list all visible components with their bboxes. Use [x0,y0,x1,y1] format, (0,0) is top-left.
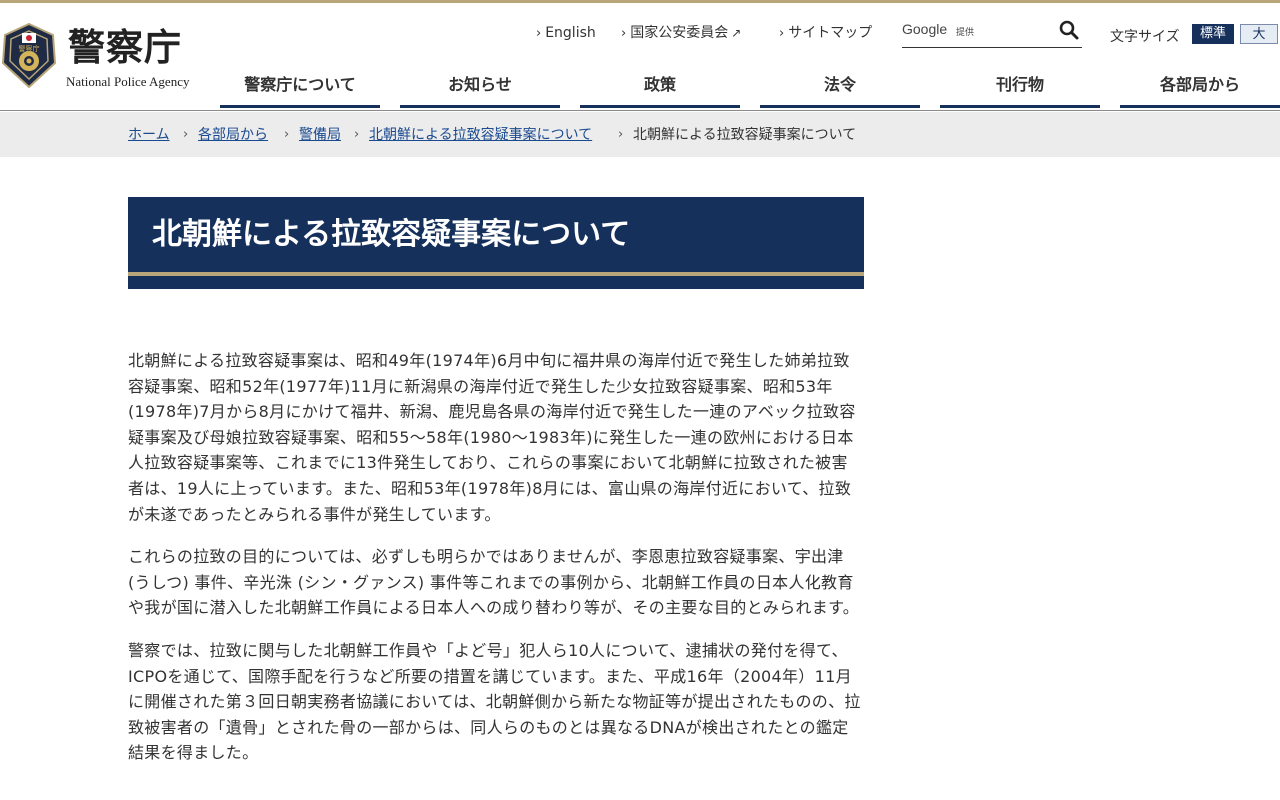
chevron-right-icon: › [354,127,360,142]
main-content: 北朝鮮による拉致容疑事案は、昭和49年(1974年)6月中旬に福井県の海岸付近で… [128,348,864,783]
global-nav: 警察庁について お知らせ 政策 法令 刊行物 各部局から [0,63,1280,108]
breadcrumb-abduction-section[interactable]: 北朝鮮による拉致容疑事案について [369,126,592,144]
nav-item-bureaus[interactable]: 各部局から [1120,63,1280,108]
breadcrumb-security-bureau[interactable]: 警備局 [299,126,341,144]
search-input[interactable] [982,21,1058,43]
chevron-right-icon: › [618,127,624,142]
util-link-english[interactable]: › English [536,24,596,43]
breadcrumb-current: 北朝鮮による拉致容疑事案について [633,127,857,143]
font-size-large-button[interactable]: 大 [1240,24,1278,44]
search-icon[interactable] [1058,19,1080,41]
page-title-box: 北朝鮮による拉致容疑事案について [128,197,864,289]
nav-item-news[interactable]: お知らせ [400,63,560,108]
chevron-right-icon: › [183,127,189,142]
util-link-sitemap[interactable]: › サイトマップ [779,24,872,43]
title-gold-rule [128,272,864,276]
util-link-label: サイトマップ [788,25,873,41]
util-link-national-public-safety-commission[interactable]: › 国家公安委員会 ↗ [621,24,741,43]
body-paragraph-1: 北朝鮮による拉致容疑事案は、昭和49年(1974年)6月中旬に福井県の海岸付近で… [128,351,856,524]
svg-text:警察庁: 警察庁 [19,44,40,53]
font-size-standard-button[interactable]: 標準 [1192,24,1234,44]
breadcrumb-bureaus[interactable]: 各部局から [198,126,268,144]
util-link-label: English [545,25,596,41]
body-paragraph-2: これらの拉致の目的については、必ずしも明らかではありませんが、李恩恵拉致容疑事案… [128,547,860,618]
chevron-right-icon: › [779,26,785,41]
nav-item-about[interactable]: 警察庁について [220,63,380,108]
external-link-icon: ↗ [731,26,742,40]
chevron-right-icon: › [621,26,627,41]
chevron-right-icon: › [284,127,290,142]
chevron-right-icon: › [536,26,542,41]
google-label: Google [902,21,948,37]
nav-item-publications[interactable]: 刊行物 [940,63,1100,108]
breadcrumb: ホーム › 各部局から › 警備局 › 北朝鮮による拉致容疑事案について › 北… [0,112,1280,157]
font-size-label: 文字サイズ [1110,29,1180,45]
nav-item-policy[interactable]: 政策 [580,63,740,108]
util-link-label: 国家公安委員会 [630,25,729,41]
breadcrumb-home[interactable]: ホーム [128,126,170,144]
page-title: 北朝鮮による拉致容疑事案について [152,217,631,252]
body-paragraph-3: 警察では、拉致に関与した北朝鮮工作員や「よど号」犯人ら10人について、逮捕状の発… [128,640,861,763]
site-header: 警察庁 警察庁 National Police Agency › English … [0,3,1280,111]
site-search: Google 提供 [902,19,1082,48]
search-provider-label: 提供 [956,28,975,38]
nav-item-laws[interactable]: 法令 [760,63,920,108]
